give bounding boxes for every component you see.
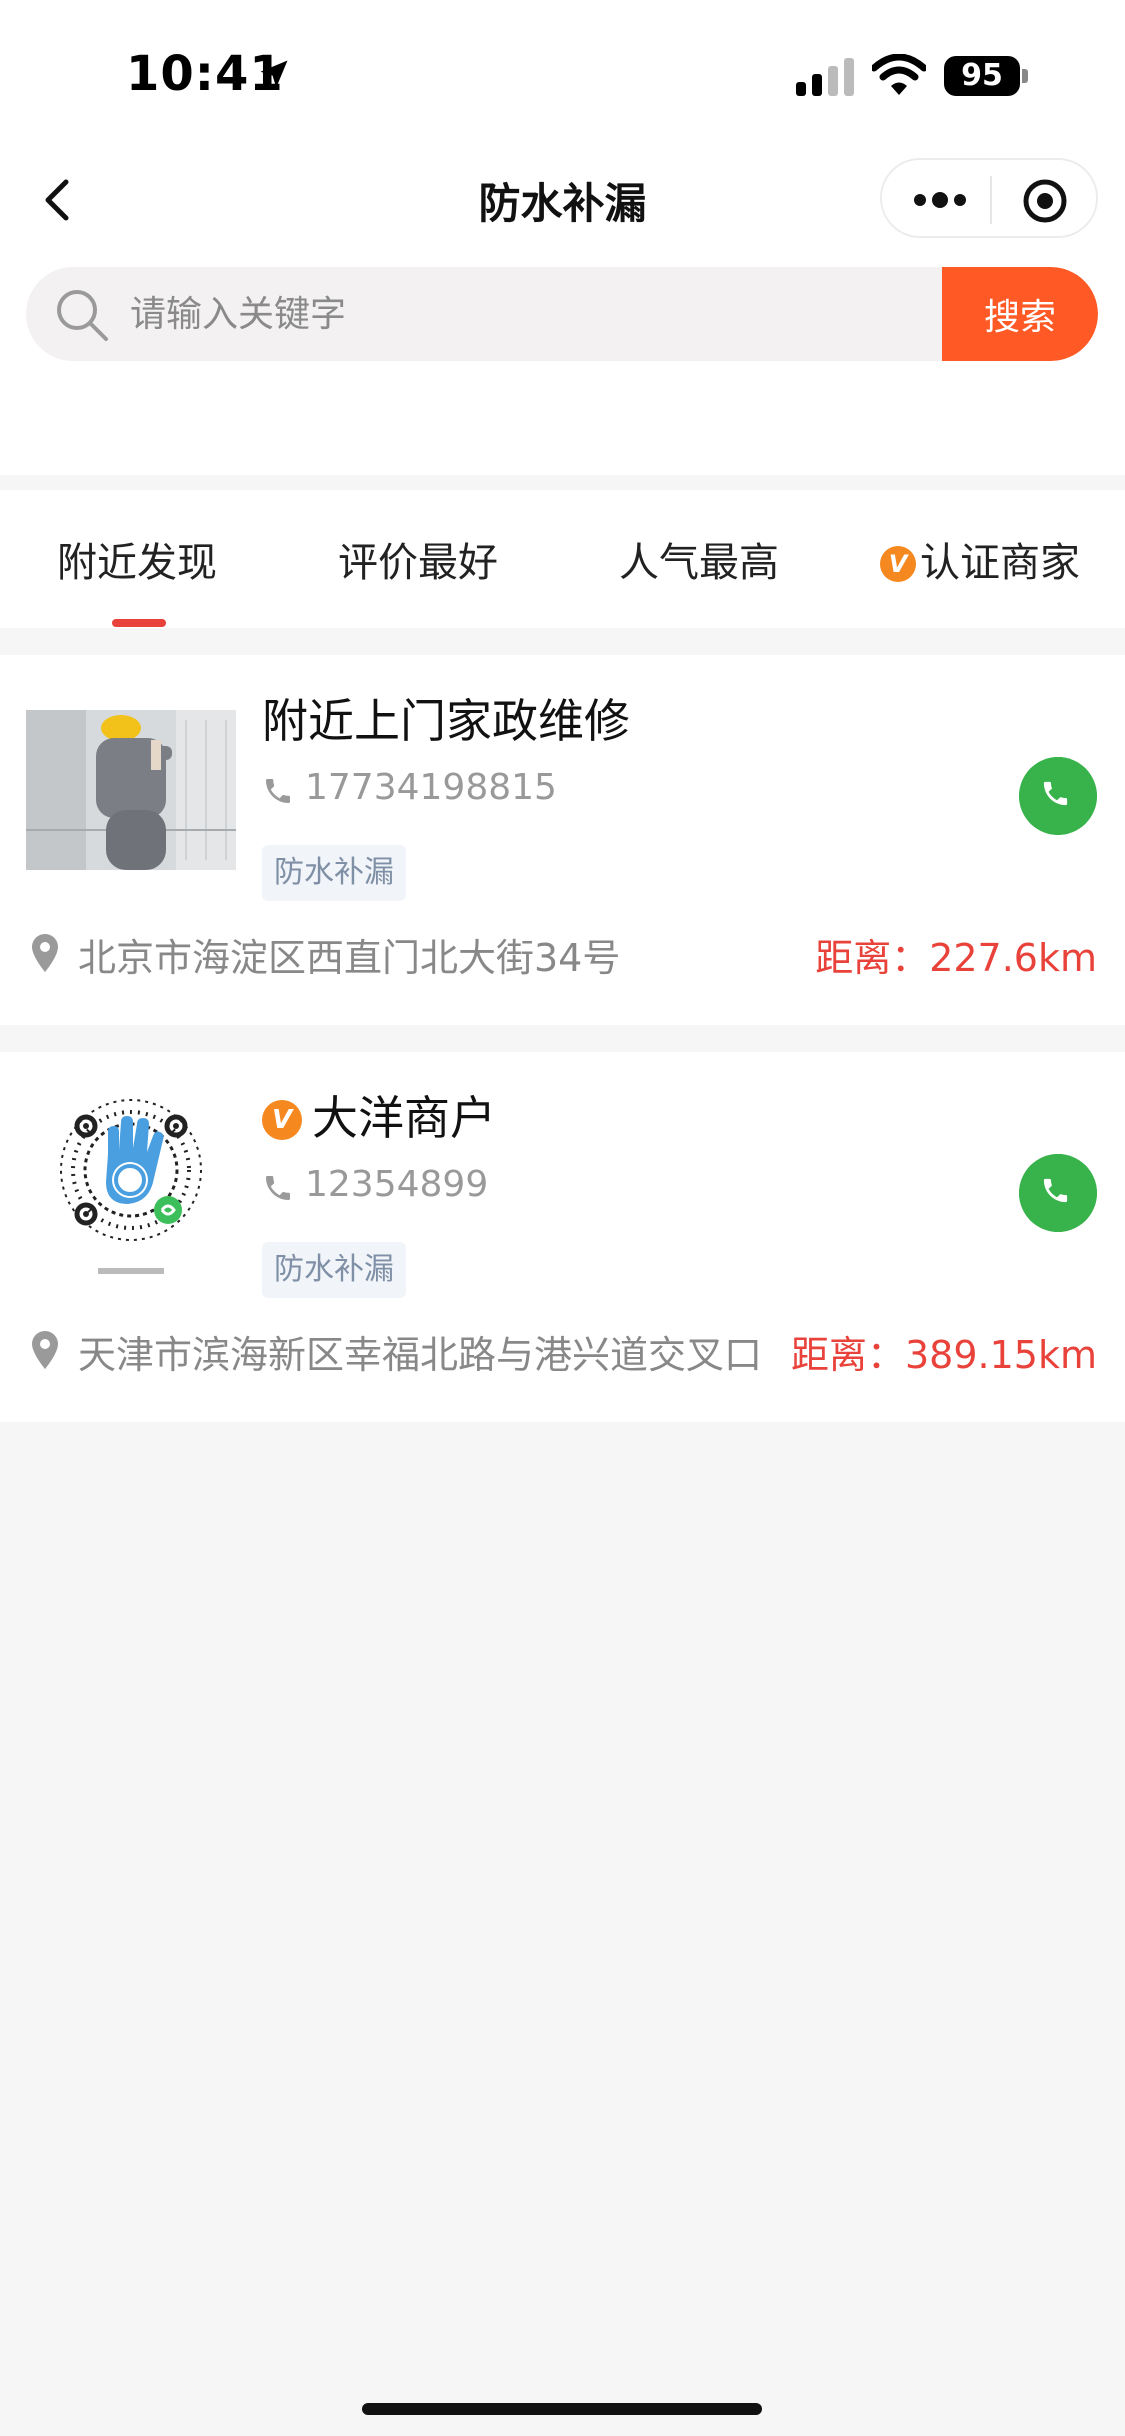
search-button[interactable]: 搜索: [942, 267, 1098, 361]
listing-phone[interactable]: 12354899: [305, 1164, 488, 1205]
phone-icon: [266, 779, 290, 803]
search-input[interactable]: [130, 267, 950, 361]
listing-title-text: 大洋商户: [312, 1091, 496, 1145]
tab-label: 认证商家: [920, 540, 1080, 586]
listing-thumbnail[interactable]: [26, 710, 236, 870]
category-tag: 防水补漏: [262, 845, 406, 901]
phone-icon: [266, 1176, 290, 1200]
listing-distance: 距离：227.6km: [815, 936, 1097, 980]
mini-program-capsule: [880, 158, 1098, 238]
nav-bar: 防水补漏: [0, 150, 1125, 250]
listing-thumbnail[interactable]: [26, 1092, 236, 1282]
battery-indicator: 95: [944, 56, 1028, 96]
search-icon: [57, 290, 108, 341]
listing-address: 天津市滨海新区幸福北路与港兴道交叉口: [78, 1333, 763, 1377]
call-button[interactable]: [1019, 757, 1097, 835]
more-icon[interactable]: [912, 182, 968, 218]
cellular-signal-icon: [796, 58, 854, 96]
listing-title[interactable]: 附近上门家政维修: [262, 685, 630, 751]
wifi-icon: [872, 54, 926, 95]
verified-badge-icon: V: [880, 546, 916, 582]
search-area: 搜索: [0, 250, 1125, 475]
location-arrow-icon: [260, 60, 288, 88]
capsule-divider: [990, 176, 992, 224]
close-target-icon[interactable]: [1022, 178, 1068, 224]
listing-title[interactable]: V 大洋商户: [262, 1082, 496, 1148]
tab-most-popular[interactable]: 人气最高: [619, 530, 779, 590]
home-indicator: [362, 2403, 762, 2415]
listing-phone[interactable]: 17734198815: [305, 767, 557, 808]
listing-card[interactable]: V 大洋商户 12354899 防水补漏 天津市滨海新区幸福北路与港兴道交叉口 距…: [0, 1052, 1125, 1422]
tab-label: 附近发现: [57, 540, 217, 586]
status-bar: 10:41 95: [0, 0, 1125, 150]
tab-best-rated[interactable]: 评价最好: [338, 530, 498, 590]
listing-title-text: 附近上门家政维修: [262, 694, 630, 748]
call-button[interactable]: [1019, 1154, 1097, 1232]
tab-label: 人气最高: [619, 540, 779, 586]
active-tab-indicator: [112, 619, 166, 627]
listing-address: 北京市海淀区西直门北大街34号: [78, 936, 621, 980]
search-box: 搜索: [26, 267, 1098, 361]
location-pin-icon: [32, 1331, 58, 1369]
listing-distance: 距离：389.15km: [791, 1333, 1097, 1377]
filter-tabs: 附近发现 评价最好 人气最高 V 认证商家: [0, 490, 1125, 628]
tab-nearby[interactable]: 附近发现: [57, 530, 217, 590]
verified-badge-icon: V: [262, 1100, 302, 1140]
battery-level: 95: [961, 58, 1003, 93]
location-pin-icon: [32, 934, 58, 972]
category-tag: 防水补漏: [262, 1242, 406, 1298]
listing-card[interactable]: 附近上门家政维修 17734198815 防水补漏 北京市海淀区西直门北大街34…: [0, 655, 1125, 1025]
tab-verified-merchants[interactable]: V 认证商家: [880, 530, 1080, 590]
tab-label: 评价最好: [338, 540, 498, 586]
